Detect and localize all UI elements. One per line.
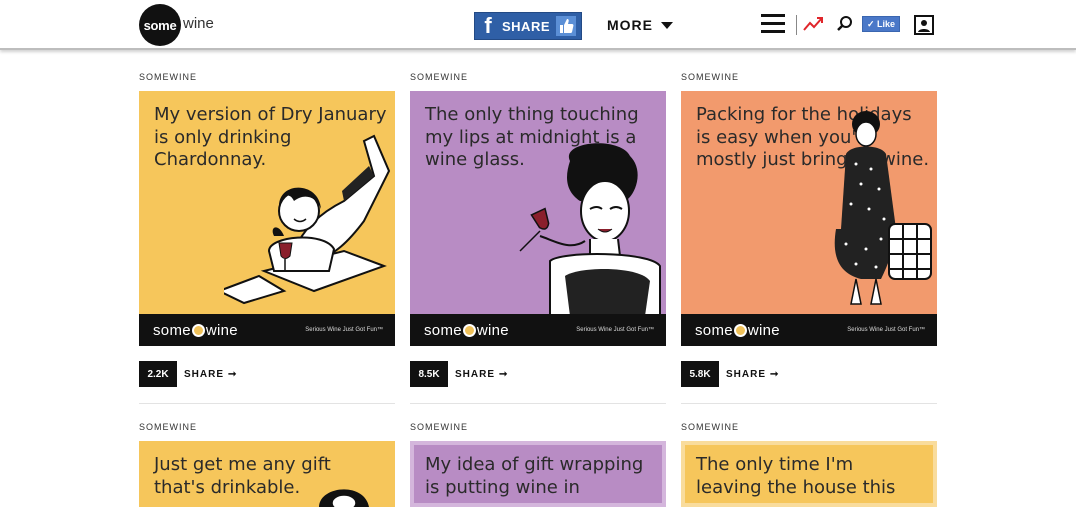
footer-brand: some wine: [695, 322, 780, 339]
share-button[interactable]: SHARE ➞: [184, 369, 237, 380]
footer-brand: some wine: [424, 322, 509, 339]
footer-tagline: Serious Wine Just Got Fun™: [576, 327, 654, 333]
more-menu-button[interactable]: MORE: [607, 17, 673, 33]
share-label: SHARE: [184, 368, 225, 380]
arrow-right-icon: ➞: [228, 368, 238, 380]
ecard-footer: some wine Serious Wine Just Got Fun™: [139, 314, 395, 346]
ecard-image[interactable]: Packing for the holidays is easy when yo…: [681, 91, 937, 346]
footer-brand-right: wine: [747, 321, 780, 339]
share-count: 8.5K: [410, 361, 448, 387]
footer-brand-left: some: [153, 321, 191, 339]
ecard-image[interactable]: Just get me any gift that's drinkable.: [139, 441, 395, 507]
card-divider: [139, 403, 395, 404]
profile-icon[interactable]: [914, 15, 934, 35]
share-label: SHARE: [726, 368, 767, 380]
card-source: SOMEWINE: [681, 72, 740, 82]
ecard-image[interactable]: The only time I'm leaving the house this: [681, 441, 937, 507]
card-source: SOMEWINE: [681, 422, 740, 432]
footer-brand-left: some: [695, 321, 733, 339]
more-label: MORE: [607, 17, 653, 33]
ecard-image[interactable]: My idea of gift wrapping is putting wine…: [410, 441, 666, 507]
facebook-icon: f: [484, 13, 492, 38]
woman-head-illustration: [319, 489, 369, 507]
chevron-down-icon: [661, 21, 673, 29]
woman-reading-illustration: [224, 134, 391, 305]
ecard-caption: My idea of gift wrapping is putting wine…: [425, 454, 644, 498]
logo-circle: some: [139, 4, 181, 46]
card-source: SOMEWINE: [410, 422, 469, 432]
trending-icon[interactable]: [803, 14, 825, 34]
footer-brand-right: wine: [205, 321, 238, 339]
card-divider: [681, 403, 937, 404]
wine-glass-icon: [733, 323, 747, 337]
ecard-image[interactable]: My version of Dry January is only drinki…: [139, 91, 395, 346]
hamburger-icon[interactable]: [761, 14, 785, 34]
share-button[interactable]: SHARE ➞: [726, 369, 779, 380]
thumbs-up-icon: [556, 16, 577, 36]
footer-brand-left: some: [424, 321, 462, 339]
arrow-right-icon: ➞: [499, 368, 509, 380]
card-divider: [410, 403, 666, 404]
facebook-share-label: SHARE: [502, 18, 551, 34]
footer-tagline: Serious Wine Just Got Fun™: [847, 327, 925, 333]
ecard-caption: The only time I'm leaving the house this: [696, 454, 896, 498]
facebook-share-button[interactable]: f SHARE: [474, 12, 582, 40]
top-nav-bar: some wine f SHARE MORE ✓ Like: [0, 0, 1076, 50]
share-row: 8.5K SHARE ➞: [410, 361, 508, 387]
share-button[interactable]: SHARE ➞: [455, 369, 508, 380]
facebook-like-button[interactable]: ✓ Like: [862, 16, 900, 32]
share-row: 5.8K SHARE ➞: [681, 361, 779, 387]
site-logo[interactable]: some wine: [139, 4, 214, 46]
share-count: 2.2K: [139, 361, 177, 387]
arrow-right-icon: ➞: [770, 368, 780, 380]
card-source: SOMEWINE: [410, 72, 469, 82]
logo-word: wine: [183, 14, 214, 32]
search-icon[interactable]: [836, 15, 854, 33]
share-row: 2.2K SHARE ➞: [139, 361, 237, 387]
wine-glass-icon: [191, 323, 205, 337]
woman-wine-glass-illustration: [519, 143, 661, 316]
footer-brand: some wine: [153, 322, 238, 339]
share-count: 5.8K: [681, 361, 719, 387]
card-source: SOMEWINE: [139, 72, 198, 82]
ecard-caption: Just get me any gift that's drinkable.: [154, 454, 331, 498]
footer-tagline: Serious Wine Just Got Fun™: [305, 327, 383, 333]
ecard-image[interactable]: The only thing touching my lips at midni…: [410, 91, 666, 346]
card-source: SOMEWINE: [139, 422, 198, 432]
share-label: SHARE: [455, 368, 496, 380]
ecard-footer: some wine Serious Wine Just Got Fun™: [681, 314, 937, 346]
ecard-footer: some wine Serious Wine Just Got Fun™: [410, 314, 666, 346]
footer-brand-right: wine: [476, 321, 509, 339]
wine-glass-icon: [462, 323, 476, 337]
woman-suitcase-illustration: [834, 111, 932, 305]
nav-divider: [796, 15, 797, 35]
